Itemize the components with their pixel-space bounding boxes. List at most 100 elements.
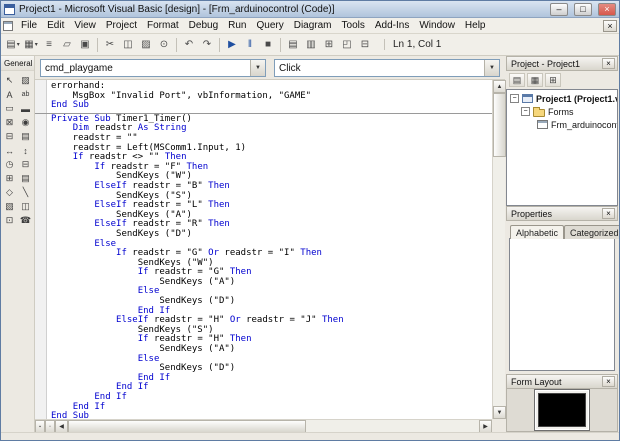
redo-icon[interactable]: ↷	[198, 36, 216, 54]
menu-debug[interactable]: Debug	[184, 19, 223, 32]
project-explorer-icon[interactable]: ▤	[284, 36, 302, 54]
end-icon[interactable]: ■	[259, 36, 277, 54]
scroll-up-button[interactable]: ▲	[493, 80, 506, 93]
menu-addins[interactable]: Add-Ins	[370, 19, 414, 32]
tool-line[interactable]: ╲	[18, 186, 33, 199]
form-layout-window-icon[interactable]: ⊞	[320, 36, 338, 54]
code-editor[interactable]: errorhand: MsgBox "Invalid Port", vbInfo…	[35, 80, 492, 419]
folder-label: Forms	[548, 106, 574, 117]
add-standard-exe-project-icon[interactable]: ▤ ▾	[4, 36, 22, 54]
form-layout-titlebar[interactable]: Form Layout ×	[506, 374, 618, 389]
chevron-down-icon[interactable]: ▾	[17, 41, 20, 48]
menu-format[interactable]: Format	[142, 19, 184, 32]
tool-drivelistbox[interactable]: ⊟	[18, 158, 33, 171]
start-icon[interactable]: ▶	[223, 36, 241, 54]
menu-editor-icon[interactable]: ≡	[40, 36, 58, 54]
scroll-down-button[interactable]: ▼	[493, 406, 506, 419]
view-code-icon[interactable]: ▤	[509, 73, 525, 87]
tool-checkbox[interactable]: ⊠	[2, 116, 17, 129]
project-explorer-titlebar[interactable]: Project - Project1 ×	[506, 56, 618, 71]
tool-filelistbox[interactable]: ▤	[18, 172, 33, 185]
tool-dirlistbox[interactable]: ⊞	[2, 172, 17, 185]
tool-optionbutton[interactable]: ◉	[18, 116, 33, 129]
toolbox-icon[interactable]: ⊟	[356, 36, 374, 54]
frame-icon: ▭	[5, 103, 14, 113]
undo-icon[interactable]: ↶	[180, 36, 198, 54]
chevron-down-icon[interactable]: ▼	[484, 60, 499, 76]
form-layout-panel: Form Layout ×	[506, 374, 618, 432]
tab-alphabetic[interactable]: Alphabetic	[510, 225, 565, 239]
maximize-button[interactable]: □	[574, 2, 592, 16]
tree-item-project[interactable]: − Project1 (Project1.vbp)	[507, 92, 617, 105]
tool-picturebox[interactable]: ▨	[18, 74, 33, 87]
tool-listbox[interactable]: ▤	[18, 130, 33, 143]
properties-tabs: Alphabetic Categorized	[509, 224, 619, 239]
tool-mscomm[interactable]: ☎	[18, 214, 33, 227]
menu-diagram[interactable]: Diagram	[289, 19, 337, 32]
close-icon[interactable]: ×	[602, 58, 615, 69]
properties-window-icon[interactable]: ▥	[302, 36, 320, 54]
project-explorer-panel: Project - Project1 × ▤ ▦ ⊞ − Project1 (Pro…	[506, 56, 618, 206]
menu-file[interactable]: File	[16, 19, 42, 32]
find-icon[interactable]: ⊙	[155, 36, 173, 54]
close-icon[interactable]: ×	[602, 376, 615, 387]
horizontal-scrollbar[interactable]: ▪ ▫ ◀ ▶	[35, 419, 492, 433]
toggle-folders-icon[interactable]: ⊞	[545, 73, 561, 87]
cut-icon[interactable]: ✂	[101, 36, 119, 54]
paste-icon[interactable]: ▨	[137, 36, 155, 54]
code-line: SendKeys ("D")	[51, 228, 192, 239]
tool-pointer[interactable]: ↖	[2, 74, 17, 87]
tool-data[interactable]: ◫	[18, 200, 33, 213]
tool-commandbutton[interactable]: ▬	[18, 102, 33, 115]
tool-image[interactable]: ▧	[2, 200, 17, 213]
vertical-scroll-thumb[interactable]	[493, 93, 506, 157]
tree-item-form[interactable]: Frm_arduinocontrol(F	[507, 118, 617, 131]
tool-frame[interactable]: ▭	[2, 102, 17, 115]
horizontal-scroll-track[interactable]	[68, 420, 479, 433]
tool-combobox[interactable]: ⊟	[2, 130, 17, 143]
menu-view[interactable]: View	[69, 19, 101, 32]
open-project-icon[interactable]: ▱	[58, 36, 76, 54]
menu-edit[interactable]: Edit	[42, 19, 69, 32]
menu-project[interactable]: Project	[101, 19, 142, 32]
menu-query[interactable]: Query	[251, 19, 288, 32]
break-icon[interactable]: ‖	[241, 36, 259, 54]
tree-item-forms-folder[interactable]: − Forms	[507, 105, 617, 118]
menu-run[interactable]: Run	[223, 19, 251, 32]
view-object-icon[interactable]: ▦	[527, 73, 543, 87]
collapse-icon[interactable]: −	[521, 107, 530, 116]
code-margin-bar[interactable]	[35, 80, 47, 419]
mdi-child-icon[interactable]	[3, 20, 13, 31]
toolbar-separator	[176, 37, 177, 52]
tool-shape[interactable]: ◇	[2, 186, 17, 199]
object-dropdown[interactable]: cmd_playgame ▼	[40, 59, 266, 77]
tab-categorized[interactable]: Categorized	[564, 225, 619, 239]
form-position-preview[interactable]	[538, 393, 586, 427]
menu-help[interactable]: Help	[460, 19, 491, 32]
save-project-icon[interactable]: ▣	[76, 36, 94, 54]
chevron-down-icon[interactable]: ▼	[250, 60, 265, 76]
toolbox-tab-general[interactable]: General	[1, 56, 34, 71]
object-browser-icon[interactable]: ◰	[338, 36, 356, 54]
collapse-icon[interactable]: −	[510, 94, 519, 103]
menu-tools[interactable]: Tools	[337, 19, 370, 32]
add-form-icon[interactable]: ▦ ▾	[22, 36, 40, 54]
mdi-close-button[interactable]: ×	[603, 19, 617, 32]
tool-vscrollbar[interactable]: ↕	[18, 144, 33, 157]
properties-titlebar[interactable]: Properties ×	[506, 206, 618, 221]
tool-textbox[interactable]: ab	[18, 88, 33, 101]
tool-ole[interactable]: ⊡	[2, 214, 17, 227]
chevron-down-icon[interactable]: ▾	[35, 41, 38, 48]
menu-window[interactable]: Window	[414, 19, 460, 32]
tool-label[interactable]: A	[2, 88, 17, 101]
tool-timer[interactable]: ◷	[2, 158, 17, 171]
minimize-button[interactable]: –	[550, 2, 568, 16]
close-button[interactable]: ×	[598, 2, 616, 16]
vertical-scrollbar[interactable]: ▲ ▼	[492, 80, 506, 419]
tool-hscrollbar[interactable]: ↔	[2, 144, 17, 157]
close-icon[interactable]: ×	[602, 208, 615, 219]
project-icon	[522, 94, 533, 103]
procedure-dropdown[interactable]: Click ▼	[274, 59, 500, 77]
properties-list[interactable]	[509, 238, 615, 371]
copy-icon[interactable]: ◫	[119, 36, 137, 54]
